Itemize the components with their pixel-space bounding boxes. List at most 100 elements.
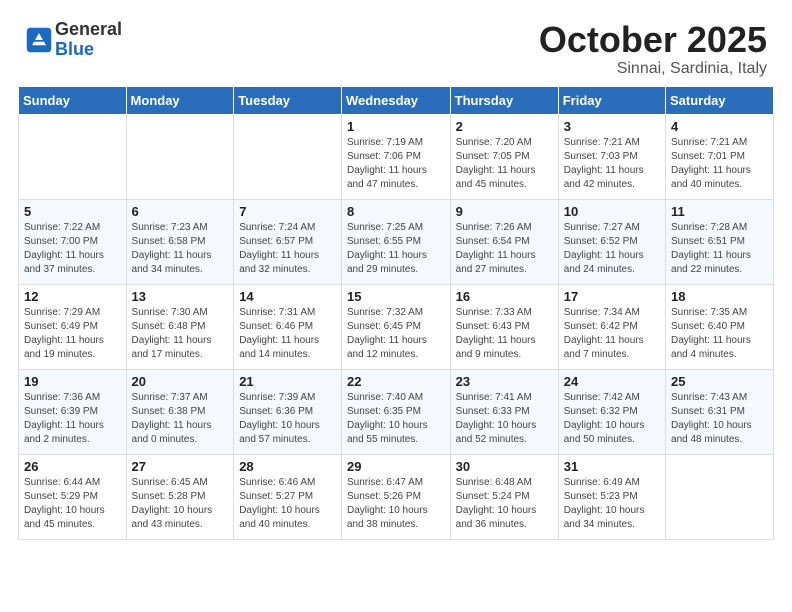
calendar-cell: [234, 114, 342, 199]
week-row-4: 19Sunrise: 7:36 AMSunset: 6:39 PMDayligh…: [19, 369, 774, 454]
col-wednesday: Wednesday: [341, 86, 450, 114]
day-info: Sunrise: 6:48 AMSunset: 5:24 PMDaylight:…: [456, 476, 553, 532]
day-number: 7: [239, 204, 336, 219]
week-row-5: 26 Sunrise: 6:44 AMSunset: 5:29 PMDayligh…: [19, 454, 774, 539]
day-info: Sunrise: 7:35 AMSunset: 6:40 PMDaylight:…: [671, 306, 768, 362]
calendar-cell: 26 Sunrise: 6:44 AMSunset: 5:29 PMDayligh…: [19, 454, 127, 539]
calendar-cell: 10Sunrise: 7:27 AMSunset: 6:52 PMDayligh…: [558, 199, 665, 284]
header: General Blue October 2025 Sinnai, Sardin…: [10, 10, 782, 86]
calendar-cell: 28Sunrise: 6:46 AMSunset: 5:27 PMDayligh…: [234, 454, 342, 539]
calendar-cell: 24 Sunrise: 7:42 AMSunset: 6:32 PMDayligh…: [558, 369, 665, 454]
day-info: Sunrise: 6:49 AMSunset: 5:23 PMDaylight:…: [564, 476, 660, 532]
day-number: 11: [671, 204, 768, 219]
day-info: Sunrise: 7:29 AMSunset: 6:49 PMDaylight:…: [24, 306, 121, 362]
calendar-cell: 14 Sunrise: 7:31 AMSunset: 6:46 PMDayligh…: [234, 284, 342, 369]
day-info: Sunrise: 7:24 AMSunset: 6:57 PMDaylight:…: [239, 221, 336, 277]
col-saturday: Saturday: [666, 86, 774, 114]
day-number: 17: [564, 289, 660, 304]
calendar-cell: [666, 454, 774, 539]
calendar-cell: 4 Sunrise: 7:21 AMSunset: 7:01 PMDaylight…: [666, 114, 774, 199]
calendar-cell: [126, 114, 234, 199]
day-number: 19: [24, 374, 121, 389]
day-info: Sunrise: 7:19 AMSunset: 7:06 PMDaylight:…: [347, 136, 445, 192]
col-thursday: Thursday: [450, 86, 558, 114]
day-number: 24: [564, 374, 660, 389]
day-info: Sunrise: 6:46 AMSunset: 5:27 PMDaylight:…: [239, 476, 336, 532]
col-tuesday: Tuesday: [234, 86, 342, 114]
day-number: 2: [456, 119, 553, 134]
day-number: 18: [671, 289, 768, 304]
day-number: 13: [132, 289, 229, 304]
calendar-cell: 6 Sunrise: 7:23 AMSunset: 6:58 PMDaylight…: [126, 199, 234, 284]
day-number: 30: [456, 459, 553, 474]
calendar-cell: 27Sunrise: 6:45 AMSunset: 5:28 PMDayligh…: [126, 454, 234, 539]
day-number: 21: [239, 374, 336, 389]
day-number: 26: [24, 459, 121, 474]
col-monday: Monday: [126, 86, 234, 114]
day-number: 27: [132, 459, 229, 474]
day-info: Sunrise: 7:25 AMSunset: 6:55 PMDaylight:…: [347, 221, 445, 277]
day-number: 4: [671, 119, 768, 134]
day-number: 6: [132, 204, 229, 219]
week-row-2: 5 Sunrise: 7:22 AMSunset: 7:00 PMDaylight…: [19, 199, 774, 284]
day-info: Sunrise: 6:44 AMSunset: 5:29 PMDaylight:…: [24, 476, 121, 532]
calendar-cell: 13 Sunrise: 7:30 AMSunset: 6:48 PMDayligh…: [126, 284, 234, 369]
calendar-cell: 20Sunrise: 7:37 AMSunset: 6:38 PMDayligh…: [126, 369, 234, 454]
calendar-table: Sunday Monday Tuesday Wednesday Thursday…: [18, 86, 774, 540]
day-number: 8: [347, 204, 445, 219]
day-number: 23: [456, 374, 553, 389]
calendar-cell: 19Sunrise: 7:36 AMSunset: 6:39 PMDayligh…: [19, 369, 127, 454]
day-info: Sunrise: 7:31 AMSunset: 6:46 PMDaylight:…: [239, 306, 336, 362]
day-number: 16: [456, 289, 553, 304]
logo-general-text: General: [55, 20, 122, 40]
week-row-3: 12Sunrise: 7:29 AMSunset: 6:49 PMDayligh…: [19, 284, 774, 369]
calendar-cell: 30 Sunrise: 6:48 AMSunset: 5:24 PMDayligh…: [450, 454, 558, 539]
col-sunday: Sunday: [19, 86, 127, 114]
day-number: 22: [347, 374, 445, 389]
calendar-cell: 21Sunrise: 7:39 AMSunset: 6:36 PMDayligh…: [234, 369, 342, 454]
day-info: Sunrise: 7:21 AMSunset: 7:03 PMDaylight:…: [564, 136, 660, 192]
location-subtitle: Sinnai, Sardinia, Italy: [539, 60, 767, 78]
logo-blue-text: Blue: [55, 40, 122, 60]
day-number: 9: [456, 204, 553, 219]
col-friday: Friday: [558, 86, 665, 114]
day-info: Sunrise: 7:28 AMSunset: 6:51 PMDaylight:…: [671, 221, 768, 277]
day-number: 14: [239, 289, 336, 304]
calendar-cell: 12Sunrise: 7:29 AMSunset: 6:49 PMDayligh…: [19, 284, 127, 369]
day-info: Sunrise: 7:33 AMSunset: 6:43 PMDaylight:…: [456, 306, 553, 362]
day-number: 29: [347, 459, 445, 474]
calendar-cell: 5 Sunrise: 7:22 AMSunset: 7:00 PMDaylight…: [19, 199, 127, 284]
day-info: Sunrise: 7:26 AMSunset: 6:54 PMDaylight:…: [456, 221, 553, 277]
logo-icon: [25, 26, 53, 54]
month-title: October 2025: [539, 20, 767, 60]
day-info: Sunrise: 7:41 AMSunset: 6:33 PMDaylight:…: [456, 391, 553, 447]
calendar-cell: 9 Sunrise: 7:26 AMSunset: 6:54 PMDaylight…: [450, 199, 558, 284]
day-info: Sunrise: 7:34 AMSunset: 6:42 PMDaylight:…: [564, 306, 660, 362]
calendar-header-row: Sunday Monday Tuesday Wednesday Thursday…: [19, 86, 774, 114]
calendar-cell: 7 Sunrise: 7:24 AMSunset: 6:57 PMDaylight…: [234, 199, 342, 284]
day-info: Sunrise: 7:30 AMSunset: 6:48 PMDaylight:…: [132, 306, 229, 362]
day-number: 5: [24, 204, 121, 219]
calendar-cell: 31Sunrise: 6:49 AMSunset: 5:23 PMDayligh…: [558, 454, 665, 539]
calendar-cell: 23 Sunrise: 7:41 AMSunset: 6:33 PMDayligh…: [450, 369, 558, 454]
calendar-cell: 25 Sunrise: 7:43 AMSunset: 6:31 PMDayligh…: [666, 369, 774, 454]
calendar-cell: 29Sunrise: 6:47 AMSunset: 5:26 PMDayligh…: [341, 454, 450, 539]
calendar-cell: 17 Sunrise: 7:34 AMSunset: 6:42 PMDayligh…: [558, 284, 665, 369]
day-info: Sunrise: 7:21 AMSunset: 7:01 PMDaylight:…: [671, 136, 768, 192]
day-info: Sunrise: 7:40 AMSunset: 6:35 PMDaylight:…: [347, 391, 445, 447]
calendar-cell: 16 Sunrise: 7:33 AMSunset: 6:43 PMDayligh…: [450, 284, 558, 369]
calendar-cell: 8 Sunrise: 7:25 AMSunset: 6:55 PMDaylight…: [341, 199, 450, 284]
calendar-cell: 15Sunrise: 7:32 AMSunset: 6:45 PMDayligh…: [341, 284, 450, 369]
day-info: Sunrise: 7:43 AMSunset: 6:31 PMDaylight:…: [671, 391, 768, 447]
calendar-cell: 1Sunrise: 7:19 AMSunset: 7:06 PMDaylight…: [341, 114, 450, 199]
day-number: 25: [671, 374, 768, 389]
day-number: 10: [564, 204, 660, 219]
day-info: Sunrise: 7:32 AMSunset: 6:45 PMDaylight:…: [347, 306, 445, 362]
day-info: Sunrise: 7:23 AMSunset: 6:58 PMDaylight:…: [132, 221, 229, 277]
page-container: General Blue October 2025 Sinnai, Sardin…: [10, 10, 782, 540]
day-info: Sunrise: 7:42 AMSunset: 6:32 PMDaylight:…: [564, 391, 660, 447]
day-info: Sunrise: 7:22 AMSunset: 7:00 PMDaylight:…: [24, 221, 121, 277]
logo-text: General Blue: [55, 20, 122, 60]
calendar-cell: 11 Sunrise: 7:28 AMSunset: 6:51 PMDayligh…: [666, 199, 774, 284]
calendar-cell: 22 Sunrise: 7:40 AMSunset: 6:35 PMDayligh…: [341, 369, 450, 454]
